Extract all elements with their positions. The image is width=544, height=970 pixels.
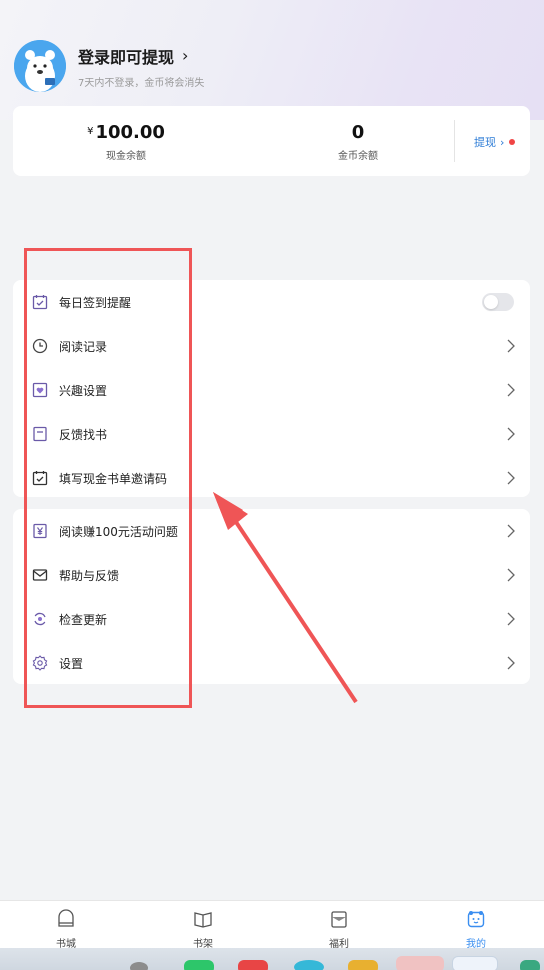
dock-app-icon[interactable] xyxy=(452,956,498,970)
mail-icon xyxy=(31,566,49,584)
login-title: 登录即可提现 xyxy=(78,47,175,67)
menu-item-label: 检查更新 xyxy=(59,612,108,627)
menu-item-help-feedback[interactable]: 帮助与反馈 xyxy=(13,553,530,597)
dock-app-icon[interactable] xyxy=(348,960,378,970)
notification-dot xyxy=(509,139,516,145)
menu-group-primary: 每日签到提醒 阅读记录 兴趣设置 反馈找书 填写现金书单邀请码 xyxy=(13,280,530,497)
menu-item-label: 填写现金书单邀请码 xyxy=(59,471,168,486)
profile-icon xyxy=(467,911,485,928)
withdraw-label: 提现 xyxy=(474,136,496,149)
calendar-check-icon xyxy=(31,469,49,487)
gear-icon xyxy=(31,654,49,672)
dock-app-icon[interactable] xyxy=(294,960,324,970)
system-dock xyxy=(0,948,544,970)
bookstore-icon xyxy=(58,909,74,927)
avatar[interactable] xyxy=(14,40,66,92)
refresh-icon xyxy=(31,610,49,628)
cash-balance[interactable]: ¥100.00 现金余额 xyxy=(71,122,181,162)
chevron-right-icon: › xyxy=(500,135,505,149)
tab-welfare[interactable]: 福利 xyxy=(309,909,369,950)
chevron-right-icon: › xyxy=(182,46,189,65)
coin-balance[interactable]: 0 金币余额 xyxy=(303,122,413,162)
dock-app-icon[interactable] xyxy=(184,960,214,970)
dock-app-icon[interactable] xyxy=(520,960,540,970)
cash-value: 100.00 xyxy=(95,122,165,143)
gift-icon xyxy=(331,911,347,928)
chevron-right-icon xyxy=(507,612,515,626)
menu-item-check-update[interactable]: 检查更新 xyxy=(13,597,530,641)
login-prompt[interactable]: 登录即可提现 › xyxy=(78,44,204,68)
coin-value: 0 xyxy=(351,122,365,143)
dock-app-icon[interactable] xyxy=(238,960,268,970)
menu-item-label: 阅读赚100元活动问题 xyxy=(59,524,178,539)
chevron-right-icon xyxy=(507,524,515,538)
yen-icon xyxy=(31,522,49,540)
menu-item-label: 帮助与反馈 xyxy=(59,568,120,583)
menu-item-settings[interactable]: 设置 xyxy=(13,641,530,685)
profile-header[interactable]: 登录即可提现 › 7天内不登录，金币将会消失 xyxy=(14,40,204,92)
menu-item-label: 每日签到提醒 xyxy=(59,295,132,310)
tab-bookshelf[interactable]: 书架 xyxy=(173,909,233,950)
menu-item-label: 反馈找书 xyxy=(59,427,108,442)
chevron-right-icon xyxy=(507,383,515,397)
menu-item-label: 兴趣设置 xyxy=(59,383,108,398)
dock-app-icon[interactable] xyxy=(130,962,148,970)
document-icon xyxy=(31,425,49,443)
toggle-knob xyxy=(484,295,498,309)
checkin-reminder-toggle[interactable] xyxy=(482,293,514,311)
chevron-right-icon xyxy=(507,339,515,353)
tab-bookstore[interactable]: 书城 xyxy=(36,909,96,950)
menu-item-daily-checkin-reminder[interactable]: 每日签到提醒 xyxy=(13,280,530,324)
cash-label: 现金余额 xyxy=(106,151,146,162)
bottom-tab-bar: 书城 书架 福利 我的 xyxy=(0,900,544,950)
balance-card: ¥100.00 现金余额 0 金币余额 提现 › xyxy=(13,106,530,176)
bookshelf-icon xyxy=(194,912,212,928)
heart-icon xyxy=(31,381,49,399)
menu-item-reading-history[interactable]: 阅读记录 xyxy=(13,324,530,368)
menu-group-secondary: 阅读赚100元活动问题 帮助与反馈 检查更新 设置 xyxy=(13,509,530,684)
currency-symbol: ¥ xyxy=(87,126,94,137)
login-subtitle: 7天内不登录，金币将会消失 xyxy=(78,77,205,89)
chevron-right-icon xyxy=(507,656,515,670)
menu-item-activity-questions[interactable]: 阅读赚100元活动问题 xyxy=(13,509,530,553)
divider xyxy=(454,120,455,162)
tab-profile[interactable]: 我的 xyxy=(446,909,506,950)
bear-avatar-icon xyxy=(14,40,66,92)
withdraw-button[interactable]: 提现 › xyxy=(474,134,516,150)
dock-app-icon[interactable] xyxy=(396,956,444,970)
menu-item-interest-settings[interactable]: 兴趣设置 xyxy=(13,368,530,412)
chevron-right-icon xyxy=(507,471,515,485)
menu-item-label: 设置 xyxy=(59,656,84,671)
menu-item-label: 阅读记录 xyxy=(59,339,108,354)
chevron-right-icon xyxy=(507,568,515,582)
menu-item-invite-code[interactable]: 填写现金书单邀请码 xyxy=(13,456,530,500)
chevron-right-icon xyxy=(507,427,515,441)
clock-icon xyxy=(31,337,49,355)
menu-item-feedback-find-book[interactable]: 反馈找书 xyxy=(13,412,530,456)
calendar-check-icon xyxy=(31,293,49,311)
coin-label: 金币余额 xyxy=(338,151,378,162)
